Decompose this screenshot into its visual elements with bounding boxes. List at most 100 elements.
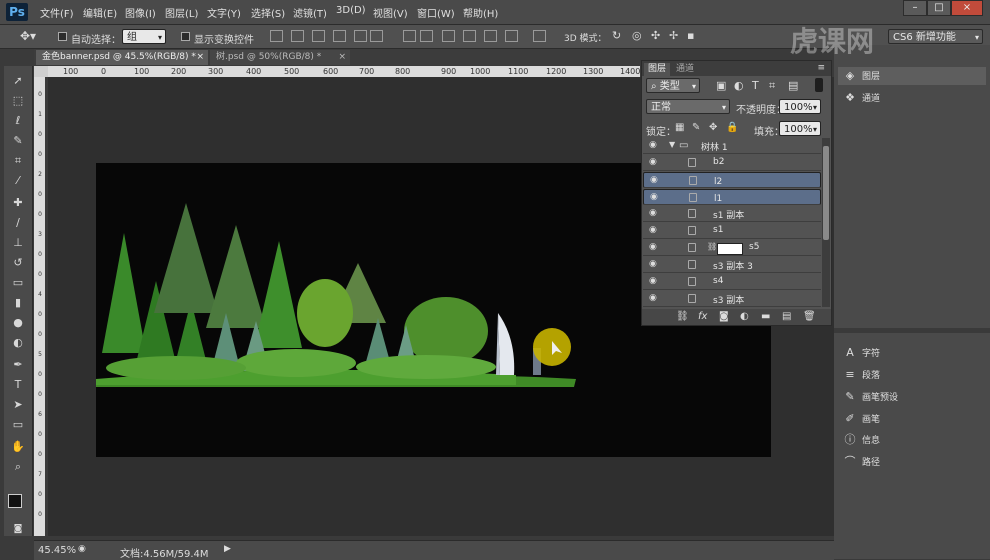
align-left-icon[interactable] [333,30,346,42]
new-layer-icon[interactable]: ▤ [782,311,791,322]
tab-channels[interactable]: 通道 [672,63,698,76]
move-tool-icon[interactable]: ➚ [10,74,26,88]
distribute-hcenter-icon[interactable] [484,30,497,42]
menu-image[interactable]: 图像(I) [125,5,156,20]
stamp-tool-icon[interactable]: ⊥ [10,236,26,250]
align-bottom-icon[interactable] [312,30,325,42]
filter-shape-icon[interactable]: ⌗ [769,79,775,93]
3d-roll-icon[interactable]: ◎ [632,29,642,42]
auto-align-icon[interactable] [533,30,546,42]
blur-tool-icon[interactable]: ● [10,316,26,330]
align-top-icon[interactable] [270,30,283,42]
auto-select-checkbox[interactable] [58,32,67,41]
show-transform-checkbox[interactable] [181,32,190,41]
align-right-icon[interactable] [370,30,383,42]
gradient-tool-icon[interactable]: ▮ [10,296,26,310]
layer-row[interactable]: ◉ s3 副本 [643,291,821,307]
tab-layers[interactable]: 图层 [644,63,671,76]
visibility-eye-icon[interactable]: ◉ [649,260,659,269]
dock-layers[interactable]: ◈ 图层 [842,67,982,85]
status-menu-arrow-icon[interactable]: ▶ [224,544,231,554]
3d-rotate-icon[interactable]: ↻ [612,29,621,42]
close-button[interactable]: × [951,0,983,16]
visibility-eye-icon[interactable]: ◉ [649,226,659,235]
3d-slide-icon[interactable]: ✢ [669,29,678,42]
minimize-button[interactable]: – [903,0,927,16]
quick-mask-icon[interactable]: ◙ [10,522,26,536]
filter-kind-dropdown[interactable]: ⌕ 类型 ▾ [646,78,700,93]
visibility-eye-icon[interactable]: ◉ [649,243,659,252]
fx-icon[interactable]: fx [698,311,707,322]
layer-row[interactable]: ◉ ⛓ s5 [643,240,821,256]
distribute-left-icon[interactable] [463,30,476,42]
dock-paragraph[interactable]: ≡ 段落 [842,366,982,384]
crop-tool-icon[interactable]: ⌗ [10,154,26,168]
menu-view[interactable]: 视图(V) [373,5,408,20]
auto-select-dropdown[interactable]: 组 ▾ [122,29,166,44]
dock-character[interactable]: A 字符 [842,344,982,362]
lock-all-icon[interactable]: 🔒 [726,122,738,133]
menu-filter[interactable]: 滤镜(T) [293,5,327,20]
align-hcenter-icon[interactable] [354,30,367,42]
dock-paths[interactable]: ⌒ 路径 [842,453,982,471]
quick-select-tool-icon[interactable]: ✎ [10,134,26,148]
zoom-level[interactable]: 45.45% [38,545,76,556]
maximize-button[interactable]: □ [927,0,951,16]
zoom-tool-icon[interactable]: ⌕ [10,460,26,474]
folder-icon[interactable]: ▬ [761,311,770,322]
tab-document[interactable]: 树.psd @ 50%(RGB/8) * × [210,50,350,65]
close-icon[interactable]: × [196,50,204,65]
menu-3d[interactable]: 3D(D) [336,5,366,16]
shape-tool-icon[interactable]: ▭ [10,418,26,432]
chain-link-icon[interactable]: ⛓ [707,242,717,251]
blend-mode-dropdown[interactable]: 正常 ▾ [646,99,730,114]
distribute-right-icon[interactable] [505,30,518,42]
close-icon[interactable]: × [338,50,346,65]
filter-toggle[interactable] [815,78,823,92]
adjustment-icon[interactable]: ◐ [740,311,749,322]
opacity-input[interactable]: 100% ▾ [779,99,821,114]
lock-paint-icon[interactable]: ✎ [692,122,700,133]
layer-row[interactable]: ◉ s1 [643,223,821,239]
visibility-eye-icon[interactable]: ◉ [649,209,659,218]
lock-transparent-icon[interactable]: ▦ [675,122,684,133]
dock-brush-presets[interactable]: ✎ 画笔预设 [842,388,982,406]
fill-input[interactable]: 100% ▾ [779,121,821,136]
foreground-color-swatch[interactable] [8,494,22,508]
type-tool-icon[interactable]: T [10,378,26,392]
3d-drag-icon[interactable]: ✣ [651,29,660,42]
visibility-eye-icon[interactable]: ◉ [649,277,659,286]
hand-tool-icon[interactable]: ✋ [10,440,26,454]
visibility-eye-icon[interactable]: ◉ [649,141,659,150]
menu-window[interactable]: 窗口(W) [417,5,455,20]
path-select-tool-icon[interactable]: ➤ [10,398,26,412]
dock-info[interactable]: ⓘ 信息 [842,431,982,449]
layer-row[interactable]: ◉ s1 副本 [643,206,821,222]
visibility-eye-icon[interactable]: ◉ [649,294,659,303]
menu-help[interactable]: 帮助(H) [463,5,498,20]
layer-row-selected[interactable]: ◉ l1 [643,189,821,205]
visibility-eye-icon[interactable]: ◉ [650,176,660,185]
lock-move-icon[interactable]: ✥ [709,122,717,133]
tab-document-active[interactable]: 金色banner.psd @ 45.5%(RGB/8) * × [36,50,208,65]
filter-pixel-icon[interactable]: ▣ [716,79,726,92]
marquee-tool-icon[interactable]: ⬚ [10,94,26,108]
mask-icon[interactable]: ◙ [719,311,729,322]
eraser-tool-icon[interactable]: ▭ [10,276,26,290]
visibility-eye-icon[interactable]: ◉ [650,193,660,202]
scrollbar-thumb[interactable] [823,146,829,240]
distribute-vcenter-icon[interactable] [420,30,433,42]
menu-layer[interactable]: 图层(L) [165,5,198,20]
move-tool-icon[interactable]: ✥▾ [20,29,36,43]
dock-brush[interactable]: ✐ 画笔 [842,410,982,428]
menu-select[interactable]: 选择(S) [251,5,285,20]
healing-tool-icon[interactable]: ✚ [10,196,26,210]
layers-scrollbar[interactable] [822,138,830,307]
3d-scale-icon[interactable]: ▪ [687,29,694,42]
layer-group-row[interactable]: ◉ ▼ ▭ 树林 1 [643,138,821,154]
distribute-bottom-icon[interactable] [442,30,455,42]
menu-type[interactable]: 文字(Y) [207,5,241,20]
lasso-tool-icon[interactable]: ℓ [10,114,26,128]
layer-row[interactable]: ◉ s3 副本 3 [643,257,821,273]
layer-row[interactable]: ◉ b2 [643,155,821,171]
